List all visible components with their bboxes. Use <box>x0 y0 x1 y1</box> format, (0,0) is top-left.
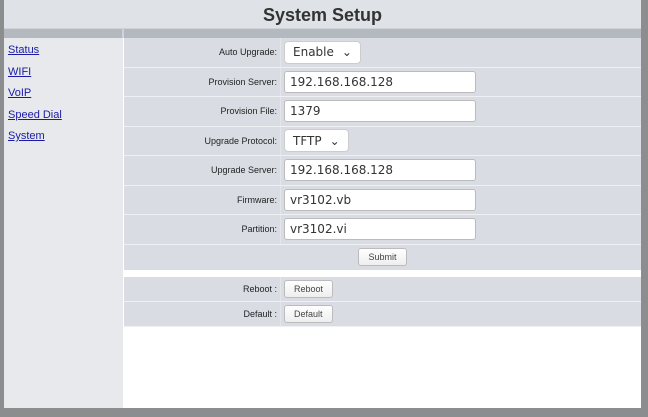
reboot-label: Reboot : <box>124 276 281 301</box>
upgrade-protocol-select[interactable]: TFTP ⌄ <box>284 129 349 153</box>
provision-server-input[interactable] <box>284 70 476 93</box>
submit-row: Submit <box>124 244 641 270</box>
provision-server-row: Provision Server: <box>124 67 641 97</box>
submit-button[interactable]: Submit <box>358 248 407 266</box>
sidebar-item-speed-dial[interactable]: Speed Dial <box>4 103 123 125</box>
reboot-row: Reboot : Reboot <box>124 276 641 302</box>
sidebar-item-wifi[interactable]: WIFI <box>4 60 123 82</box>
auto-upgrade-select[interactable]: Enable ⌄ <box>284 40 361 64</box>
upgrade-protocol-label: Upgrade Protocol: <box>124 126 281 155</box>
auto-upgrade-label: Auto Upgrade: <box>124 38 281 67</box>
reboot-button[interactable]: Reboot <box>284 280 334 298</box>
sidebar-item-voip[interactable]: VoIP <box>4 81 123 103</box>
chevron-down-icon: ⌄ <box>329 133 340 148</box>
partition-label: Partition: <box>124 215 281 244</box>
default-row: Default : Default <box>124 301 641 327</box>
provision-file-row: Provision File: <box>124 97 641 127</box>
upgrade-protocol-value: TFTP <box>293 133 322 148</box>
partition-input[interactable] <box>284 218 476 241</box>
provision-file-label: Provision File: <box>124 97 281 126</box>
firmware-label: Firmware: <box>124 185 281 214</box>
upgrade-server-input[interactable] <box>284 159 476 182</box>
auto-upgrade-value: Enable <box>293 45 334 60</box>
sidebar-item-system[interactable]: System <box>4 124 123 146</box>
provision-file-input[interactable] <box>284 100 476 123</box>
auto-upgrade-row: Auto Upgrade: Enable ⌄ <box>124 38 641 68</box>
upgrade-protocol-row: Upgrade Protocol: TFTP ⌄ <box>124 126 641 156</box>
main-form: Auto Upgrade: Enable ⌄ Provision Server: … <box>124 38 641 327</box>
upgrade-server-label: Upgrade Server: <box>124 156 281 185</box>
page-title: System Setup <box>4 0 641 29</box>
sidebar: Status WIFI VoIP Speed Dial System <box>4 38 123 408</box>
upgrade-server-row: Upgrade Server: <box>124 156 641 186</box>
partition-row: Partition: <box>124 215 641 245</box>
sidebar-item-status[interactable]: Status <box>4 38 123 60</box>
chevron-down-icon: ⌄ <box>341 45 352 60</box>
page-frame: System Setup Status WIFI VoIP Speed Dial… <box>4 0 641 408</box>
firmware-input[interactable] <box>284 188 476 211</box>
default-label: Default : <box>124 301 281 326</box>
default-button[interactable]: Default <box>284 305 333 323</box>
firmware-row: Firmware: <box>124 185 641 215</box>
provision-server-label: Provision Server: <box>124 67 281 96</box>
header-bar <box>4 29 641 38</box>
